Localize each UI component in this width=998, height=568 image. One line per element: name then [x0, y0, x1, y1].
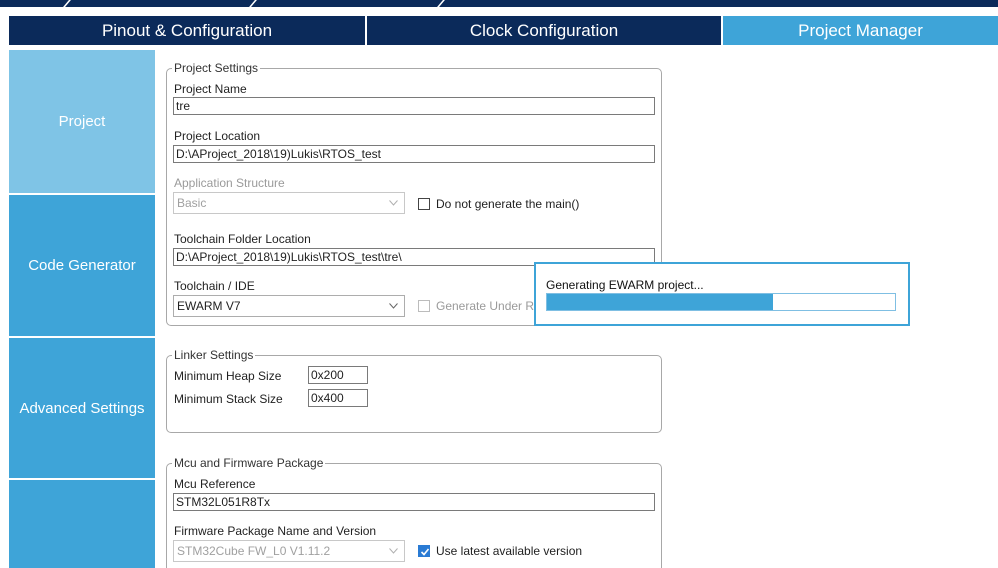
heap-size-label: Minimum Heap Size	[174, 369, 282, 383]
title-strip	[0, 0, 998, 7]
tab-pinout-configuration[interactable]: Pinout & Configuration	[9, 16, 365, 45]
group-title: Mcu and Firmware Package	[172, 456, 326, 470]
sidebar-item-label: Code Generator	[28, 257, 136, 274]
checkbox-box	[418, 198, 430, 210]
sidebar-item-label: Project	[58, 113, 106, 130]
stack-size-label: Minimum Stack Size	[174, 392, 283, 406]
tab-project-manager[interactable]: Project Manager	[723, 16, 998, 45]
use-latest-version-checkbox[interactable]: Use latest available version	[418, 544, 582, 558]
chevron-down-icon	[389, 548, 398, 554]
project-location-input[interactable]: D:\AProject_2018\19)Lukis\RTOS_test	[173, 145, 655, 163]
strip-divider	[249, 0, 257, 7]
firmware-package-select[interactable]: STM32Cube FW_L0 V1.11.2	[173, 540, 405, 562]
checkbox-box	[418, 300, 430, 312]
no-main-checkbox[interactable]: Do not generate the main()	[418, 197, 579, 211]
project-name-label: Project Name	[174, 82, 247, 96]
toolchain-ide-label: Toolchain / IDE	[174, 279, 255, 293]
progress-message: Generating EWARM project...	[546, 278, 704, 292]
project-location-label: Project Location	[174, 129, 261, 143]
tab-label: Project Manager	[798, 20, 923, 40]
checkbox-label: Use latest available version	[436, 544, 583, 558]
firmware-package-label: Firmware Package Name and Version	[174, 524, 377, 538]
stack-size-input[interactable]: 0x400	[308, 389, 368, 407]
main-tabs: Pinout & Configuration Clock Configurati…	[9, 16, 998, 45]
sidebar-item-project[interactable]: Project	[9, 50, 155, 193]
firmware-package-value: STM32Cube FW_L0 V1.11.2	[177, 544, 331, 558]
strip-divider	[63, 0, 71, 7]
app-structure-value: Basic	[177, 196, 207, 210]
tab-label: Pinout & Configuration	[101, 20, 273, 40]
sidebar-item-label: Advanced Settings	[19, 399, 145, 417]
checkbox-box-checked	[418, 545, 430, 557]
toolchain-ide-select[interactable]: EWARM V7	[173, 295, 405, 317]
progress-bar-fill	[547, 294, 774, 310]
sidebar: Project Code Generator Advanced Settings	[9, 50, 155, 568]
checkmark-icon	[420, 548, 430, 556]
progress-dialog: Generating EWARM project...	[534, 262, 910, 326]
app-structure-label: Application Structure	[174, 176, 285, 190]
group-title: Project Settings	[172, 61, 261, 75]
app-structure-select[interactable]: Basic	[173, 192, 405, 214]
generate-under-root-checkbox[interactable]: Generate Under Ro	[418, 299, 541, 313]
group-title: Linker Settings	[172, 348, 256, 362]
heap-size-input[interactable]: 0x200	[308, 366, 368, 384]
sidebar-item-code-generator[interactable]: Code Generator	[9, 195, 155, 336]
strip-divider	[437, 0, 445, 7]
mcu-reference-input[interactable]: STM32L051R8Tx	[173, 493, 655, 511]
checkbox-label: Generate Under Ro	[436, 299, 541, 313]
toolchain-ide-value: EWARM V7	[177, 299, 241, 313]
toolchain-folder-label: Toolchain Folder Location	[174, 232, 311, 246]
chevron-down-icon	[389, 200, 398, 206]
progress-bar	[546, 293, 896, 311]
chevron-down-icon	[389, 303, 398, 309]
checkbox-label: Do not generate the main()	[436, 197, 580, 211]
tab-label: Clock Configuration	[469, 20, 619, 40]
sidebar-item-advanced-settings[interactable]: Advanced Settings	[9, 338, 155, 478]
project-name-input[interactable]: tre	[173, 97, 655, 115]
tab-clock-configuration[interactable]: Clock Configuration	[367, 16, 721, 45]
mcu-reference-label: Mcu Reference	[174, 477, 256, 491]
sidebar-item-blank[interactable]	[9, 480, 155, 568]
